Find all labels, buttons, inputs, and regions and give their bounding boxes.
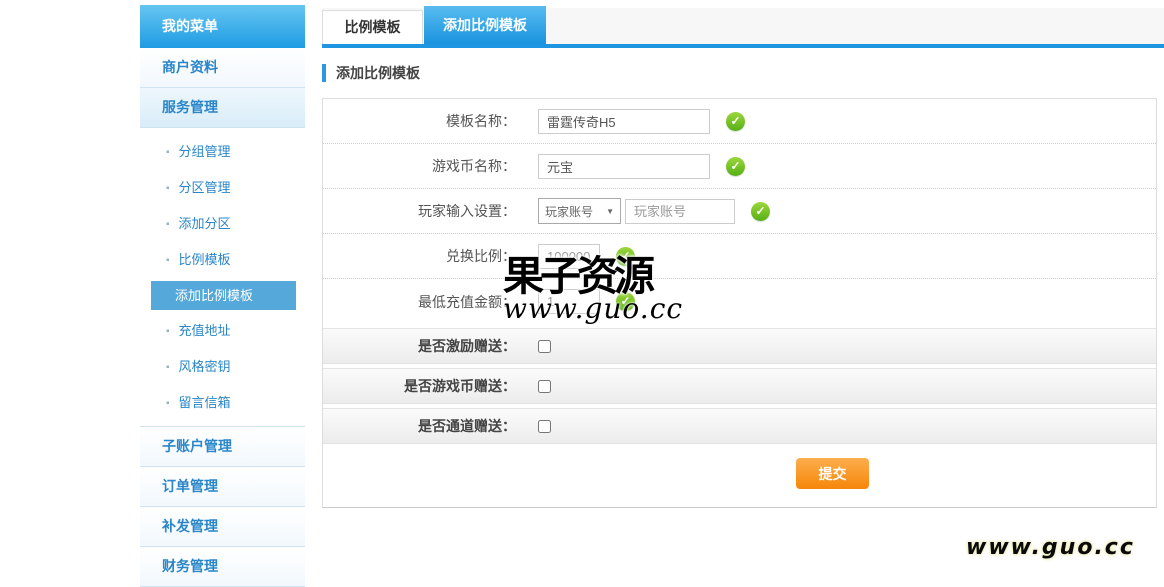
exchange-ratio-label: 兑换比例：: [323, 246, 516, 266]
main-content: 比例模板 添加比例模板 添加比例模板 模板名称： 游戏币名称： 玩家输入设置：: [322, 0, 1164, 508]
currency-name-label: 游戏币名称：: [323, 156, 516, 176]
form-submit-row: 提交: [323, 444, 1156, 507]
chevron-down-icon: ▼: [606, 207, 614, 216]
channel-gift-label: 是否通道赠送：: [323, 416, 516, 436]
sidebar-item-order-management[interactable]: 订单管理: [140, 467, 305, 507]
sidebar-subitem-zone-management[interactable]: 分区管理: [140, 170, 305, 206]
player-input-setting-label: 玩家输入设置：: [323, 201, 516, 221]
sidebar-subitem-add-zone[interactable]: 添加分区: [140, 206, 305, 242]
tab-add-ratio-template[interactable]: 添加比例模板: [424, 6, 546, 44]
form-row-min-recharge: 最低充值金额：: [323, 279, 1156, 324]
sidebar-item-reissue-management[interactable]: 补发管理: [140, 507, 305, 547]
valid-check-icon: [616, 247, 635, 266]
sidebar-subitem-group-management[interactable]: 分组管理: [140, 134, 305, 170]
form-row-template-name: 模板名称：: [323, 99, 1156, 144]
page-title: 添加比例模板: [336, 63, 420, 83]
sidebar-item-merchant-info[interactable]: 商户资料: [140, 48, 305, 88]
submit-button[interactable]: 提交: [796, 458, 869, 489]
form-row-channel-gift: 是否通道赠送：: [323, 408, 1156, 444]
min-recharge-input[interactable]: [538, 289, 600, 314]
template-name-label: 模板名称：: [323, 111, 516, 131]
form-row-incentive-gift: 是否激励赠送：: [323, 328, 1156, 364]
sidebar-subitem-recharge-address[interactable]: 充值地址: [140, 313, 305, 349]
channel-gift-checkbox[interactable]: [538, 420, 551, 433]
exchange-ratio-input[interactable]: [538, 244, 600, 269]
sidebar-item-subaccount-management[interactable]: 子账户管理: [140, 427, 305, 467]
tab-bar: 比例模板 添加比例模板: [322, 8, 1164, 44]
valid-check-icon: [751, 202, 770, 221]
add-ratio-template-form: 模板名称： 游戏币名称： 玩家输入设置： 玩家账号 ▼: [322, 98, 1157, 508]
min-recharge-label: 最低充值金额：: [323, 292, 516, 312]
player-input-type-value: 玩家账号: [545, 203, 593, 220]
valid-check-icon: [616, 292, 635, 311]
sidebar-subitem-style-key[interactable]: 风格密钥: [140, 349, 305, 385]
currency-gift-checkbox[interactable]: [538, 380, 551, 393]
form-row-currency-name: 游戏币名称：: [323, 144, 1156, 189]
currency-name-input[interactable]: [538, 154, 710, 179]
valid-check-icon: [726, 112, 745, 131]
form-row-exchange-ratio: 兑换比例：: [323, 234, 1156, 279]
sidebar-subitem-message-box[interactable]: 留言信箱: [140, 385, 305, 421]
form-row-currency-gift: 是否游戏币赠送：: [323, 368, 1156, 404]
valid-check-icon: [726, 157, 745, 176]
sidebar-item-service-management[interactable]: 服务管理: [140, 88, 305, 128]
sidebar: 我的菜单 商户资料 服务管理 分组管理 分区管理 添加分区 比例模板 添加比例模…: [140, 5, 305, 587]
sidebar-subitem-add-ratio-template[interactable]: 添加比例模板: [151, 281, 296, 310]
player-account-input[interactable]: [625, 199, 735, 224]
form-row-player-input-setting: 玩家输入设置： 玩家账号 ▼: [323, 189, 1156, 234]
template-name-input[interactable]: [538, 109, 710, 134]
sidebar-subitem-ratio-template[interactable]: 比例模板: [140, 242, 305, 278]
sidebar-header: 我的菜单: [140, 5, 305, 48]
player-input-type-select[interactable]: 玩家账号 ▼: [538, 198, 621, 224]
incentive-gift-label: 是否激励赠送：: [323, 336, 516, 356]
title-accent-bar: [322, 64, 326, 82]
corner-watermark: www.guo.cc: [966, 535, 1135, 560]
sidebar-submenu: 分组管理 分区管理 添加分区 比例模板 添加比例模板 充值地址 风格密钥 留言信…: [140, 128, 305, 427]
currency-gift-label: 是否游戏币赠送：: [323, 376, 516, 396]
sidebar-item-finance-management[interactable]: 财务管理: [140, 547, 305, 587]
tab-ratio-template[interactable]: 比例模板: [322, 10, 423, 44]
section-header: 添加比例模板: [322, 48, 1164, 98]
incentive-gift-checkbox[interactable]: [538, 340, 551, 353]
